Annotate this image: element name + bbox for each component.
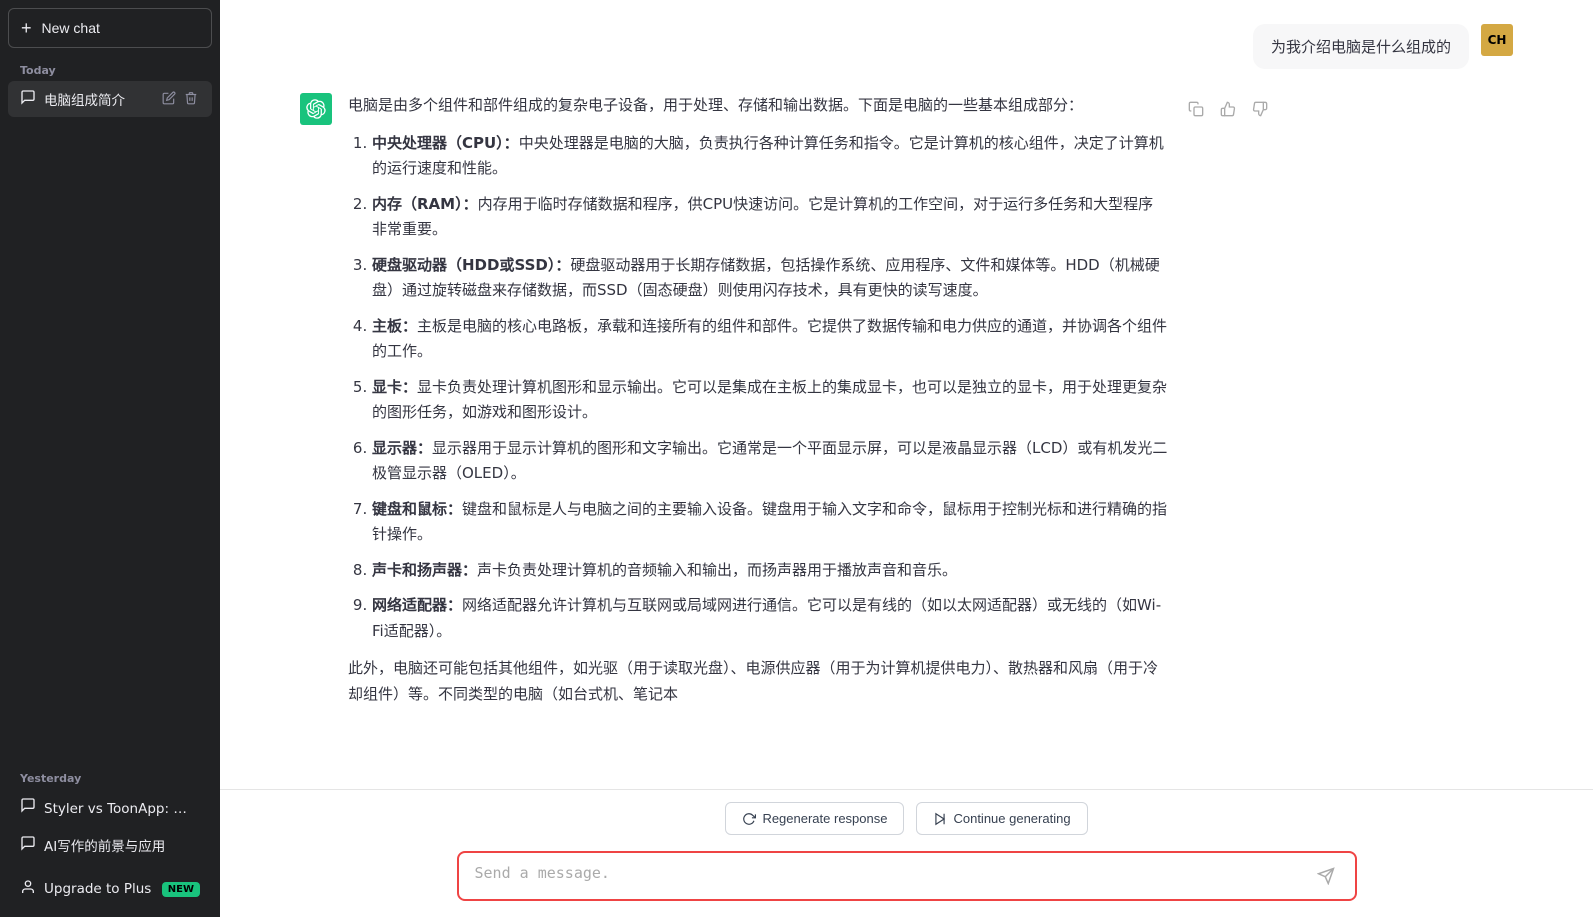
input-area xyxy=(220,843,1593,917)
today-section-label: Today xyxy=(8,56,212,81)
chat-icon-y2 xyxy=(20,835,36,855)
continue-generating-button[interactable]: Continue generating xyxy=(916,802,1087,835)
continue-label: Continue generating xyxy=(953,811,1070,826)
user-message-bubble: 为我介绍电脑是什么组成的 xyxy=(1253,24,1469,69)
chat-area: 为我介绍电脑是什么组成的 CH 电脑是由多个组件和部件组成的复杂电子设备，用于处… xyxy=(220,0,1593,789)
sidebar-item-yesterday-1[interactable]: Styler vs ToonApp: 漫画脸优劣 xyxy=(8,789,212,825)
input-wrapper xyxy=(457,851,1357,901)
bottom-actions: Regenerate response Continue generating xyxy=(220,789,1593,843)
upgrade-to-plus-button[interactable]: Upgrade to Plus NEW xyxy=(8,869,212,909)
chat-icon-y1 xyxy=(20,797,36,817)
regenerate-label: Regenerate response xyxy=(762,811,887,826)
ai-list-item: 中央处理器（CPU）：中央处理器是电脑的大脑，负责执行各种计算任务和指令。它是计… xyxy=(372,131,1168,182)
plus-icon: + xyxy=(21,19,32,37)
ai-response-content: 电脑是由多个组件和部件组成的复杂电子设备，用于处理、存储和输出数据。下面是电脑的… xyxy=(348,93,1168,719)
ai-footer-text: 此外，电脑还可能包括其他组件，如光驱（用于读取光盘）、电源供应器（用于为计算机提… xyxy=(348,656,1168,707)
ai-message-actions xyxy=(1184,93,1272,126)
ai-list-item: 内存（RAM）：内存用于临时存储数据和程序，供CPU快速访问。它是计算机的工作空… xyxy=(372,192,1168,243)
new-badge: NEW xyxy=(162,882,200,897)
new-chat-label: New chat xyxy=(42,20,100,36)
ai-list-item: 显卡：显卡负责处理计算机图形和显示输出。它可以是集成在主板上的集成显卡，也可以是… xyxy=(372,375,1168,426)
main-content: 为我介绍电脑是什么组成的 CH 电脑是由多个组件和部件组成的复杂电子设备，用于处… xyxy=(220,0,1593,917)
user-icon xyxy=(20,879,36,899)
ai-response-list: 中央处理器（CPU）：中央处理器是电脑的大脑，负责执行各种计算任务和指令。它是计… xyxy=(348,131,1168,645)
ai-list-item: 声卡和扬声器：声卡负责处理计算机的音频输入和输出，而扬声器用于播放声音和音乐。 xyxy=(372,558,1168,584)
ai-intro-text: 电脑是由多个组件和部件组成的复杂电子设备，用于处理、存储和输出数据。下面是电脑的… xyxy=(348,93,1168,119)
ai-list-item: 显示器：显示器用于显示计算机的图形和文字输出。它通常是一个平面显示屏，可以是液晶… xyxy=(372,436,1168,487)
user-avatar: CH xyxy=(1481,24,1513,56)
thumbs-down-button[interactable] xyxy=(1248,97,1272,126)
chat-icon xyxy=(20,89,36,109)
send-button[interactable] xyxy=(1313,863,1339,889)
ai-list-item: 主板：主板是电脑的核心电路板，承载和连接所有的组件和部件。它提供了数据传输和电力… xyxy=(372,314,1168,365)
ai-message-row: 电脑是由多个组件和部件组成的复杂电子设备，用于处理、存储和输出数据。下面是电脑的… xyxy=(220,77,1593,735)
message-input[interactable] xyxy=(475,864,1313,888)
copy-icon-button[interactable] xyxy=(1184,97,1208,126)
ai-avatar xyxy=(300,93,332,125)
ai-list-item: 网络适配器：网络适配器允许计算机与互联网或局域网进行通信。它可以是有线的（如以太… xyxy=(372,593,1168,644)
chat-item-today-text: 电脑组成简介 xyxy=(44,89,125,109)
ai-list-item: 键盘和鼠标：键盘和鼠标是人与电脑之间的主要输入设备。键盘用于输入文字和命令，鼠标… xyxy=(372,497,1168,548)
chat-item-yesterday-1-text: Styler vs ToonApp: 漫画脸优劣 xyxy=(44,797,200,817)
regenerate-response-button[interactable]: Regenerate response xyxy=(725,802,904,835)
delete-chat-button[interactable] xyxy=(182,89,200,109)
ai-list-item: 硬盘驱动器（HDD或SSD）：硬盘驱动器用于长期存储数据，包括操作系统、应用程序… xyxy=(372,253,1168,304)
yesterday-section-label: Yesterday xyxy=(8,764,212,789)
user-avatar-initials: CH xyxy=(1488,33,1507,47)
sidebar: + New chat Today 电脑组成简介 xyxy=(0,0,220,917)
sidebar-item-current-chat[interactable]: 电脑组成简介 xyxy=(8,81,212,117)
sidebar-item-yesterday-2[interactable]: AI写作的前景与应用 xyxy=(8,827,212,863)
upgrade-label: Upgrade to Plus xyxy=(44,881,151,897)
user-message-text: 为我介绍电脑是什么组成的 xyxy=(1271,38,1451,56)
user-message-row: 为我介绍电脑是什么组成的 CH xyxy=(220,0,1593,77)
edit-chat-button[interactable] xyxy=(160,89,178,109)
thumbs-up-button[interactable] xyxy=(1216,97,1240,126)
chat-item-yesterday-2-text: AI写作的前景与应用 xyxy=(44,835,165,855)
new-chat-button[interactable]: + New chat xyxy=(8,8,212,48)
